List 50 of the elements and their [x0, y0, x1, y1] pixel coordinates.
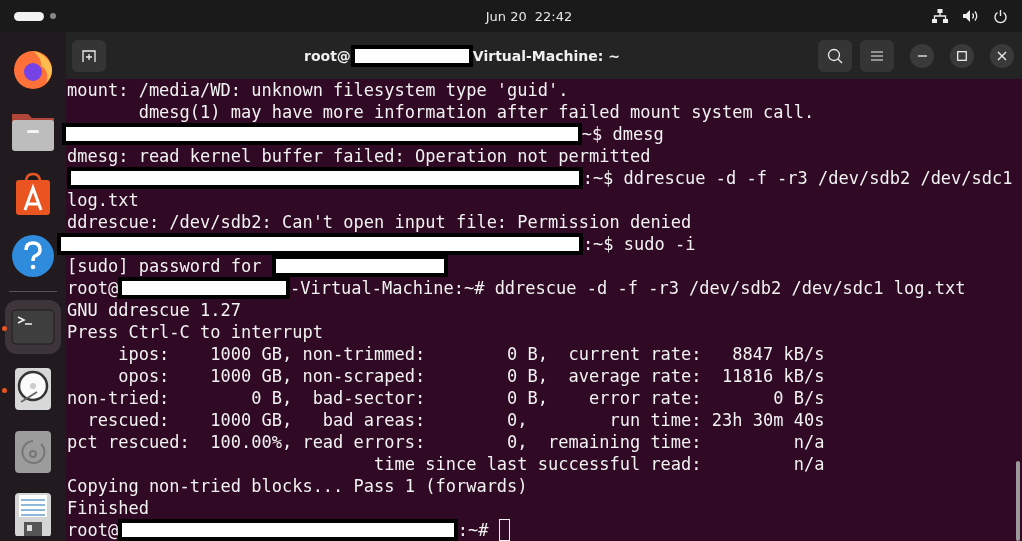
- terminal-text: root@: [67, 519, 119, 541]
- help-icon: [11, 233, 55, 278]
- terminal-text: mount: /media/WD: unknown filesystem type 'guid'.: [67, 79, 569, 101]
- terminal-text: -Virtual-Machine:~# ddrescue -d -f -r3 /dev/sdb2 /dev/sdc1 log.txt: [289, 277, 966, 299]
- shopping-bag-icon: [14, 171, 52, 216]
- terminal-text: time since last successful read: n/a: [373, 453, 825, 475]
- search-button[interactable]: [818, 39, 852, 72]
- volume-icon[interactable]: [962, 9, 979, 23]
- time-text[interactable]: 22:42: [534, 8, 573, 24]
- terminal-text: rescued: 1000 GB, bad areas: 0, run time: 23h 30m 40s: [86, 409, 825, 431]
- terminal-text: root@: [67, 277, 119, 299]
- scrollbar[interactable]: [1016, 461, 1020, 541]
- new-tab-icon: [82, 48, 96, 63]
- minimize-icon: [917, 54, 927, 57]
- maximize-icon: [957, 50, 967, 61]
- terminal-text: ipos: 1000 GB, non-trimmed: 0 B, current rate: 8847 kB/s: [117, 343, 825, 365]
- minimize-button[interactable]: [910, 43, 934, 68]
- terminal-text: GNU ddrescue 1.27: [67, 299, 241, 321]
- terminal-text: non-tried: 0 B, bad-sector: 0 B, error rate: 0 B/s: [67, 387, 825, 409]
- power-icon[interactable]: [993, 8, 1008, 24]
- workspace-indicator[interactable]: [14, 11, 44, 21]
- new-tab-button[interactable]: [72, 39, 106, 72]
- terminal-text: [sudo] password for: [67, 255, 263, 277]
- terminal-text: :~$ sudo -i: [582, 233, 696, 255]
- close-button[interactable]: [990, 43, 1014, 68]
- window-title: Virtual-Machine: ~: [472, 47, 620, 64]
- date-text[interactable]: Jun 20: [485, 8, 527, 24]
- terminal-text: ddrescue: /dev/sdb2: Can't open input file: Permission denied: [67, 211, 692, 233]
- terminal-text: :~#: [457, 519, 490, 541]
- menu-icon: [871, 50, 883, 61]
- search-icon: [827, 47, 843, 64]
- text-editor-icon: [14, 491, 52, 536]
- text-cursor: [498, 519, 510, 541]
- network-icon[interactable]: [932, 9, 948, 23]
- terminal-text: Copying non-tried blocks... Pass 1 (forwards): [67, 475, 528, 497]
- terminal-text: Finished: [67, 497, 149, 519]
- window-title: root@: [304, 47, 351, 64]
- maximize-button[interactable]: [950, 43, 974, 68]
- menu-button[interactable]: [860, 39, 894, 72]
- workspace-dot[interactable]: [50, 13, 56, 19]
- terminal-text: :~$ ddrescue -d -f -r3 /dev/sdb2 /dev/sdc1: [582, 167, 1013, 189]
- terminal-text: log.txt: [67, 189, 139, 211]
- terminal-icon: [11, 309, 55, 346]
- terminal-text: opos: 1000 GB, non-scraped: 0 B, average rate: 11816 kB/s: [117, 365, 825, 387]
- terminal-text: dmesg: read kernel buffer failed: Operation not permitted: [67, 145, 651, 167]
- terminal-text: dmesg(1) may have more information after failed mount system call.: [137, 101, 815, 123]
- terminal-text: Press Ctrl-C to interrupt: [67, 321, 323, 343]
- terminal-text: pct rescued: 100.00%, read errors: 0, remaining time: n/a: [67, 431, 825, 453]
- terminal-text: ~$ dmesg: [581, 123, 664, 145]
- close-icon: [997, 50, 1007, 61]
